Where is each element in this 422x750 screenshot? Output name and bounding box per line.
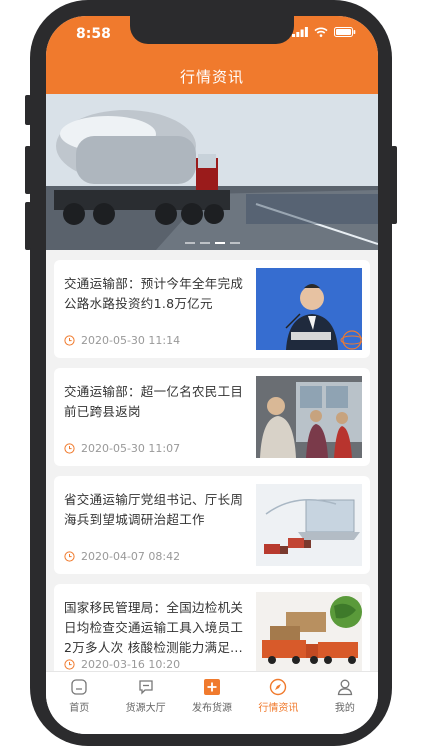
news-item[interactable]: 省交通运输厅党组书记、厅长周海兵到望城调研治超工作 2020-04-07 08:… [54, 476, 370, 574]
home-icon [71, 679, 87, 695]
news-thumbnail [256, 484, 362, 566]
tab-label: 行情资讯 [258, 703, 299, 714]
trucks-globe-image [256, 592, 362, 674]
news-time: 2020-05-30 11:07 [64, 442, 180, 455]
app-screen: 8:58 行情资讯 交通运输部：预计今年全年完成公路水路投资约1.8万亿元 20… [46, 16, 378, 734]
plus-box-icon [204, 679, 221, 695]
notch [130, 16, 294, 44]
news-time: 2020-04-07 08:42 [64, 550, 180, 563]
news-time-text: 2020-04-07 08:42 [81, 550, 181, 563]
chat-icon [138, 680, 153, 695]
clock-icon [64, 443, 75, 454]
wifi-icon [314, 27, 328, 37]
tab-label: 我的 [334, 703, 355, 714]
news-thumbnail [256, 592, 362, 674]
news-item[interactable]: 国家移民管理局：全国边检机关日均检查交通运输工具入境员工2万多人次 核酸检测能力… [54, 584, 370, 682]
news-time: 2020-05-30 11:14 [64, 334, 180, 347]
tab-publish-cargo[interactable]: 发布货源 [179, 672, 245, 734]
tab-label: 货源大厅 [125, 703, 166, 714]
tab-label: 发布货源 [192, 703, 233, 714]
banner-dot[interactable] [199, 242, 210, 244]
tab-cargo-hall[interactable]: 货源大厅 [112, 672, 178, 734]
clock-icon [64, 335, 75, 346]
news-time: 2020-03-16 10:20 [64, 658, 180, 671]
news-time-text: 2020-05-30 11:14 [81, 334, 181, 347]
news-list: 交通运输部：预计今年全年完成公路水路投资约1.8万亿元 2020-05-30 1… [54, 260, 370, 692]
news-time-text: 2020-05-30 11:07 [81, 442, 181, 455]
news-thumbnail [256, 268, 362, 350]
user-icon [337, 679, 353, 696]
tab-mine[interactable]: 我的 [312, 672, 378, 734]
news-thumbnail [256, 376, 362, 458]
news-title: 国家移民管理局：全国边检机关日均检查交通运输工具入境员工2万多人次 核酸检测能力… [64, 600, 244, 655]
power-button [391, 146, 397, 224]
status-time: 8:58 [76, 26, 111, 42]
battery-icon [334, 27, 356, 37]
news-title: 省交通运输厅党组书记、厅长周海兵到望城调研治超工作 [64, 492, 244, 527]
status-icons [292, 27, 356, 37]
workers-bus-image [256, 376, 362, 458]
bottom-tab-bar: 首页 货源大厅 发布货源 行情资讯 我的 [46, 671, 378, 734]
news-item[interactable]: 交通运输部：超一亿名农民工目前已跨县返岗 2020-05-30 11:07 [54, 368, 370, 466]
volume-down-button [25, 202, 31, 250]
banner-pagination [46, 242, 378, 244]
banner-dot[interactable] [184, 242, 195, 244]
banner-dot-active[interactable] [214, 242, 225, 244]
signal-icon [292, 27, 308, 37]
clock-icon [64, 551, 75, 562]
clock-icon [64, 659, 75, 670]
tab-label: 首页 [69, 703, 90, 714]
news-title: 交通运输部：超一亿名农民工目前已跨县返岗 [64, 384, 244, 419]
silent-switch [25, 95, 31, 125]
volume-up-button [25, 146, 31, 194]
page-title: 行情资讯 [179, 68, 244, 86]
compass-icon [270, 678, 287, 696]
laptop-trucks-image [256, 484, 362, 566]
news-title: 交通运输部：预计今年全年完成公路水路投资约1.8万亿元 [64, 276, 244, 311]
tab-home[interactable]: 首页 [46, 672, 112, 734]
banner-dot[interactable] [229, 242, 240, 244]
news-time-text: 2020-03-16 10:20 [81, 658, 181, 671]
news-item[interactable]: 交通运输部：预计今年全年完成公路水路投资约1.8万亿元 2020-05-30 1… [54, 260, 370, 358]
banner-carousel[interactable] [46, 94, 378, 250]
press-conference-image [256, 268, 362, 350]
tab-market-news[interactable]: 行情资讯 [245, 672, 311, 734]
tanker-truck-image [46, 94, 378, 250]
